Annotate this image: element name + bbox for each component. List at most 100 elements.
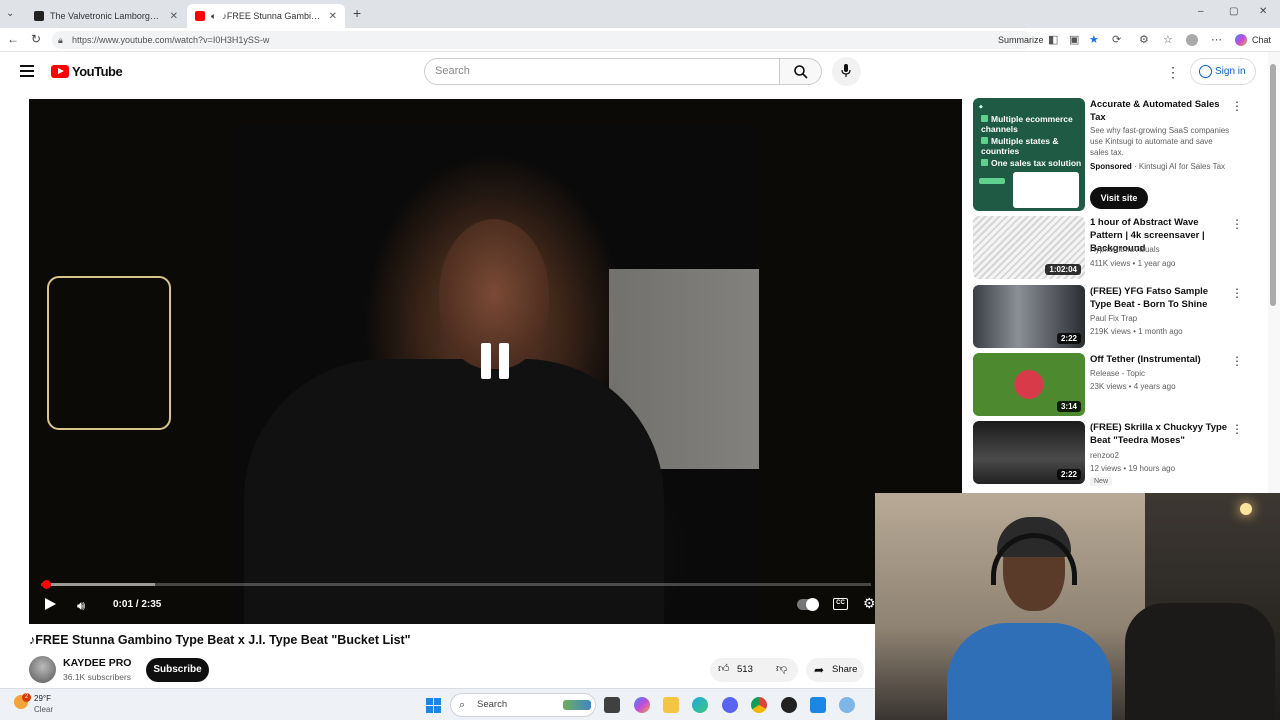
- channel-avatar[interactable]: [29, 656, 56, 683]
- share-label: Share: [832, 664, 858, 675]
- url-text: https://www.youtube.com/watch?v=I0H3H1yS…: [72, 35, 270, 45]
- weather-temperature[interactable]: 29°F: [34, 694, 51, 703]
- recommendation-title[interactable]: (FREE) YFG Fatso Sample Type Beat - Born…: [1090, 285, 1230, 311]
- check-icon: [981, 115, 988, 122]
- tab-lamborghini[interactable]: The Valvetronic Lamborghini Revu ✕: [26, 4, 186, 28]
- share-button[interactable]: ➦ Share: [806, 658, 864, 682]
- task-view-icon[interactable]: [604, 697, 620, 713]
- browser-essentials-icon[interactable]: ⚙: [1139, 33, 1149, 46]
- pause-overlay-icon[interactable]: [481, 343, 511, 379]
- file-explorer-icon[interactable]: [663, 697, 679, 713]
- recommendation-channel[interactable]: Release - Topic: [1090, 369, 1145, 378]
- ad-kebab-icon[interactable]: ⋮: [1231, 99, 1243, 113]
- video-player[interactable]: 🔊︎ 0:01 / 2:35 CC ⚙: [29, 99, 962, 624]
- back-arrow-icon[interactable]: ←: [7, 32, 19, 46]
- scrollbar-thumb[interactable]: [1270, 64, 1276, 306]
- recommendation-item[interactable]: 2:22 (FREE) Skrilla x Chuckyy Type Beat …: [973, 421, 1243, 484]
- recommendation-kebab-icon[interactable]: ⋮: [1231, 422, 1243, 436]
- steam-icon[interactable]: [781, 697, 797, 713]
- favorites-icon[interactable]: ☆: [1163, 33, 1173, 46]
- recommendation-channel[interactable]: Paul Fix Trap: [1090, 314, 1137, 323]
- video-thumbnail[interactable]: 2:22: [973, 285, 1085, 348]
- recommendation-item[interactable]: 1:02:04 1 hour of Abstract Wave Pattern …: [973, 216, 1243, 279]
- recommendation-meta: 23K views • 4 years ago: [1090, 382, 1176, 391]
- recommendation-kebab-icon[interactable]: ⋮: [1231, 286, 1243, 300]
- speaker-icon[interactable]: 🔈︎: [211, 11, 216, 22]
- voice-search-button[interactable]: [832, 57, 861, 86]
- settings-kebab-icon[interactable]: ⋮: [1166, 64, 1180, 81]
- video-thumbnail[interactable]: 2:22: [973, 421, 1085, 484]
- subscribe-button[interactable]: Subscribe: [146, 658, 209, 682]
- recommendation-channel[interactable]: HypnoRitmaVisuals: [1090, 245, 1160, 254]
- autoplay-toggle[interactable]: [797, 598, 819, 611]
- youtube-logo[interactable]: YouTube: [51, 64, 123, 79]
- url-field[interactable]: 🔒︎ https://www.youtube.com/watch?v=I0H3H…: [52, 31, 1032, 49]
- volume-icon[interactable]: 🔊︎: [77, 598, 85, 614]
- video-thumbnail[interactable]: 3:14: [973, 353, 1085, 416]
- ad-title[interactable]: Accurate & Automated Sales Tax: [1090, 98, 1230, 124]
- refresh-icon[interactable]: ↻: [31, 32, 41, 46]
- youtube-play-logo-icon: [51, 65, 69, 78]
- like-thumb-icon[interactable]: 👍︎: [718, 662, 730, 675]
- ad-graphic-button: [979, 178, 1005, 184]
- time-display: 0:01 / 2:35: [113, 599, 162, 610]
- extensions-icon[interactable]: ⟳: [1112, 33, 1121, 46]
- ad-thumb-line: One sales tax solution: [981, 158, 1081, 168]
- recommendation-kebab-icon[interactable]: ⋮: [1231, 354, 1243, 368]
- chat-button[interactable]: Chat: [1252, 35, 1271, 45]
- tab-youtube-active[interactable]: 🔈︎ ♪FREE Stunna Gambino Type B ✕: [187, 4, 345, 28]
- ad-advertiser: Kintsugi AI for Sales Tax: [1138, 162, 1226, 171]
- summarize-icon[interactable]: ◧: [1048, 33, 1058, 46]
- recommendation-kebab-icon[interactable]: ⋮: [1231, 217, 1243, 231]
- more-options-icon[interactable]: ⋯: [1211, 33, 1222, 46]
- search-button[interactable]: [780, 58, 822, 85]
- favorite-star-icon[interactable]: ★: [1089, 33, 1099, 46]
- copilot-app-icon[interactable]: [634, 697, 650, 713]
- minimize-icon[interactable]: –: [1198, 6, 1204, 17]
- chrome-icon[interactable]: [751, 697, 767, 713]
- summarize-button[interactable]: Summarize: [998, 35, 1044, 45]
- hamburger-menu-icon[interactable]: [20, 65, 34, 77]
- check-icon: [981, 137, 988, 144]
- channel-name[interactable]: KAYDEE PRO: [63, 657, 131, 669]
- sign-in-button[interactable]: Sign in: [1190, 58, 1256, 85]
- tab-close-icon[interactable]: ✕: [329, 11, 337, 22]
- tab-close-icon[interactable]: ✕: [170, 11, 178, 22]
- video-thumbnail[interactable]: 1:02:04: [973, 216, 1085, 279]
- recommendation-title[interactable]: (FREE) Skrilla x Chuckyy Type Beat "Teed…: [1090, 421, 1230, 447]
- recommendation-item[interactable]: 2:22 (FREE) YFG Fatso Sample Type Beat -…: [973, 285, 1243, 348]
- play-button[interactable]: [45, 598, 56, 610]
- progress-scrubber[interactable]: [42, 580, 52, 589]
- settings-gear-icon[interactable]: ⚙: [863, 595, 876, 612]
- captions-icon[interactable]: CC: [833, 598, 848, 610]
- maximize-icon[interactable]: ▢: [1229, 6, 1238, 17]
- weather-badge: 2: [22, 693, 31, 702]
- account-icon: [1199, 65, 1212, 78]
- visit-site-button[interactable]: Visit site: [1090, 187, 1148, 209]
- search-input[interactable]: Search: [424, 58, 780, 85]
- ad-thumbnail[interactable]: ◆ Multiple ecommerce channels Multiple s…: [973, 98, 1085, 211]
- tab-list-chevron-icon[interactable]: ⌄: [6, 8, 14, 19]
- app-icon[interactable]: [839, 697, 855, 713]
- youtube-header: YouTube Search ⋮ Sign in: [0, 52, 1268, 92]
- new-tab-plus-icon[interactable]: +: [353, 5, 361, 21]
- lock-icon: 🔒︎: [58, 35, 63, 45]
- recommendation-channel[interactable]: renzoo2: [1090, 451, 1119, 460]
- split-screen-icon[interactable]: ▣: [1069, 33, 1079, 46]
- dislike-thumb-icon[interactable]: 👎︎: [776, 662, 787, 675]
- video-overlay-frame: [47, 276, 171, 430]
- window-close-icon[interactable]: ✕: [1259, 6, 1267, 17]
- profile-avatar-icon[interactable]: [1186, 34, 1198, 46]
- recommendation-item[interactable]: 3:14 Off Tether (Instrumental) Release -…: [973, 353, 1243, 416]
- windows-start-icon[interactable]: [426, 698, 441, 713]
- ad-thumb-line: Multiple ecommerce channels: [981, 114, 1073, 134]
- video-duration: 1:02:04: [1045, 264, 1081, 275]
- progress-bar[interactable]: [41, 580, 871, 589]
- store-icon[interactable]: [810, 697, 826, 713]
- channel-subscriber-count: 36.1K subscribers: [63, 672, 132, 682]
- copilot-icon[interactable]: [1235, 34, 1247, 46]
- recommendation-title[interactable]: Off Tether (Instrumental): [1090, 353, 1230, 366]
- discord-icon[interactable]: [722, 697, 738, 713]
- taskbar-search[interactable]: ⌕ Search: [450, 693, 596, 717]
- edge-browser-icon[interactable]: [692, 697, 708, 713]
